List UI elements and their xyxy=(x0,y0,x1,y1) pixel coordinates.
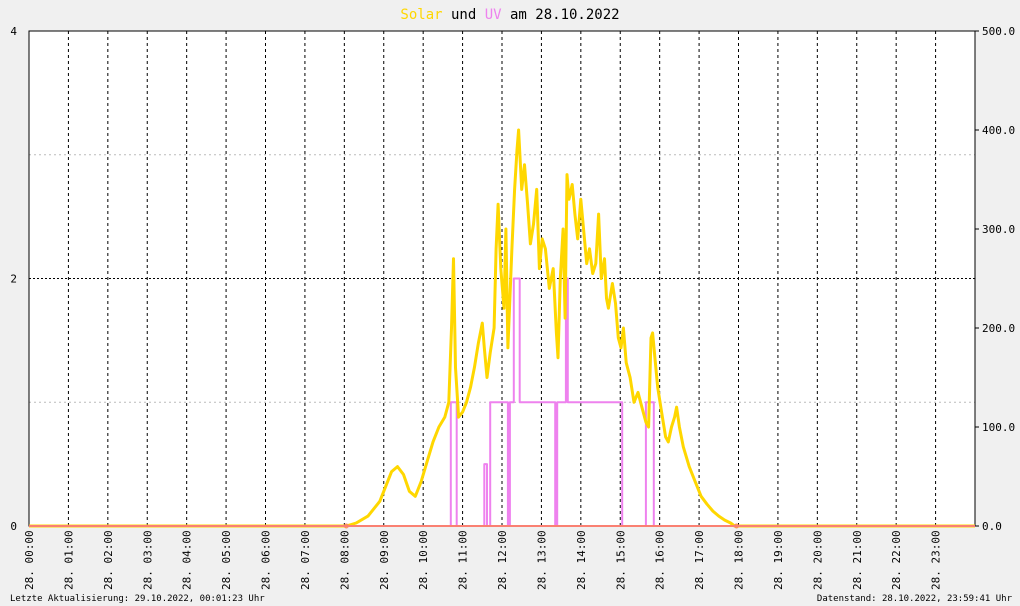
x-tick-label: 28. 13:00 xyxy=(535,530,548,590)
y-right-tick-label: 0.0 xyxy=(982,520,1002,533)
x-tick-label: 28. 20:00 xyxy=(811,530,824,590)
footer-last-update: Letzte Aktualisierung: 29.10.2022, 00:01… xyxy=(10,594,265,604)
x-tick-label: 28. 16:00 xyxy=(654,530,667,590)
x-tick-label: 28. 10:00 xyxy=(417,530,430,590)
y-right-tick-label: 200.0 xyxy=(982,322,1015,335)
x-tick-label: 28. 14:00 xyxy=(575,530,588,590)
y-left-tick-label: 0 xyxy=(10,520,17,533)
title-part: Solar xyxy=(400,7,442,23)
x-tick-label: 28. 09:00 xyxy=(378,530,391,590)
x-tick-label: 28. 04:00 xyxy=(181,530,194,590)
x-tick-label: 28. 17:00 xyxy=(693,530,706,590)
title-part: und xyxy=(443,7,485,23)
title-part: am 28.10.2022 xyxy=(502,7,620,23)
x-tick-label: 28. 12:00 xyxy=(496,530,509,590)
x-tick-label: 28. 19:00 xyxy=(772,530,785,590)
y-right-tick-label: 400.0 xyxy=(982,124,1015,137)
y-right-tick-label: 500.0 xyxy=(982,25,1015,38)
title-part: UV xyxy=(485,7,502,23)
footer-data-state: Datenstand: 28.10.2022, 23:59:41 Uhr xyxy=(817,594,1013,604)
chart-title: Solar und UV am 28.10.2022 xyxy=(400,7,619,23)
x-tick-label: 28. 21:00 xyxy=(851,530,864,590)
x-tick-label: 28. 11:00 xyxy=(457,530,470,590)
x-tick-label: 28. 08:00 xyxy=(338,530,351,590)
x-tick-label: 28. 05:00 xyxy=(220,530,233,590)
y-left-tick-label: 2 xyxy=(10,273,17,286)
x-tick-label: 28. 02:00 xyxy=(102,530,115,590)
x-tick-label: 28. 06:00 xyxy=(260,530,273,590)
y-right-tick-label: 100.0 xyxy=(982,421,1015,434)
x-tick-label: 28. 23:00 xyxy=(930,530,943,590)
x-tick-label: 28. 03:00 xyxy=(141,530,154,590)
y-right-tick-label: 300.0 xyxy=(982,223,1015,236)
x-tick-label: 28. 18:00 xyxy=(733,530,746,590)
x-tick-label: 28. 00:00 xyxy=(23,530,36,590)
solar-uv-chart: 0 2 4 0.0 100.0 200.0 300.0 400.0 500.0 28. 00:00… xyxy=(10,7,1015,604)
x-tick-label: 28. 22:00 xyxy=(890,530,903,590)
x-tick-label: 28. 07:00 xyxy=(299,530,312,590)
y-left-tick-label: 4 xyxy=(10,25,17,38)
x-tick-label: 28. 01:00 xyxy=(62,530,75,590)
x-tick-label: 28. 15:00 xyxy=(614,530,627,590)
